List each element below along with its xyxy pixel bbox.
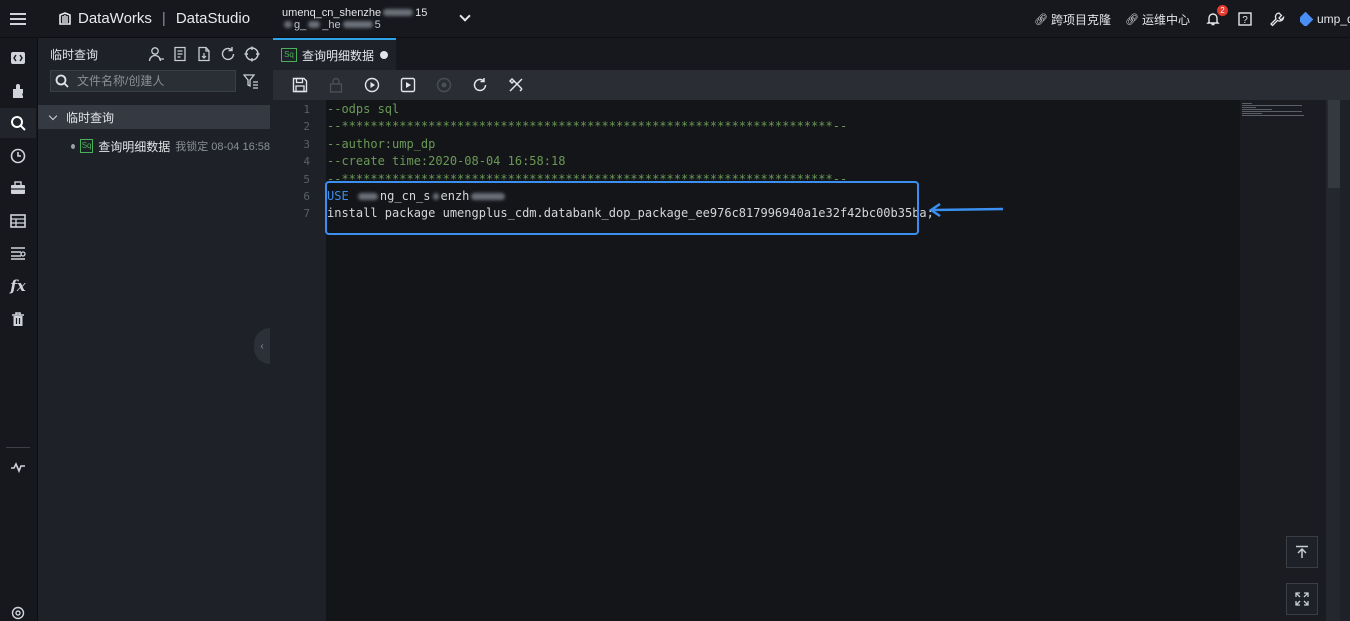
help-icon[interactable]: ?	[1236, 10, 1254, 28]
format-tools-icon[interactable]	[507, 76, 525, 94]
trash-icon[interactable]	[0, 304, 36, 334]
toolbox-icon[interactable]	[0, 173, 36, 203]
vertical-scrollbar[interactable]	[1326, 100, 1340, 621]
back-to-top-button[interactable]	[1286, 536, 1318, 568]
tree-file-item[interactable]: Sq 查询明细数据 我锁定 08-04 16:58	[38, 135, 270, 157]
file-search-box	[50, 70, 236, 92]
search-icon	[55, 74, 69, 88]
panel-title: 临时查询	[50, 47, 99, 62]
user-diamond-icon	[1300, 12, 1314, 26]
arrow-left-icon	[929, 203, 1004, 217]
code-line: --create time:2020-08-04 16:58:18	[327, 154, 566, 169]
wrench-icon[interactable]	[1268, 10, 1286, 28]
sql-file-icon: Sq	[80, 139, 94, 153]
line-number: 3	[303, 137, 310, 151]
code-line: --author:ump_dp	[327, 136, 436, 151]
import-icon[interactable]	[196, 46, 212, 62]
svg-text:?: ?	[1242, 15, 1248, 26]
expand-icon	[1295, 592, 1309, 606]
project-name-line1: umenq_cn_shenzhe 15	[282, 6, 428, 19]
scrollbar-thumb[interactable]	[1328, 100, 1340, 188]
search-icon[interactable]	[0, 108, 36, 138]
table-icon[interactable]	[0, 206, 36, 236]
link-icon: 🔗︎	[1125, 13, 1139, 26]
stop-icon	[435, 76, 453, 94]
line-number: 6	[303, 189, 310, 203]
user-menu[interactable]: ump_d	[1300, 12, 1350, 26]
tree-folder-label: 临时查询	[66, 110, 115, 125]
user-filter-icon[interactable]	[148, 46, 164, 62]
file-search-input[interactable]	[77, 74, 227, 88]
list-icon[interactable]	[0, 238, 36, 268]
left-rail: fx	[0, 38, 38, 621]
arrow-up-icon	[1296, 545, 1308, 558]
function-icon[interactable]: fx	[0, 271, 36, 301]
line-number-gutter: 1 2 3 4 5 6 7	[273, 100, 326, 621]
line-number: 1	[303, 103, 310, 116]
product-name: DataStudio	[175, 10, 251, 27]
editor-tabs: Sq 查询明细数据	[273, 38, 1350, 70]
project-name-line2: g_ _he 5	[282, 19, 427, 31]
brand[interactable]: DataWorks | DataStudio	[58, 10, 250, 27]
dataworks-logo-icon	[59, 11, 71, 25]
line-number: 5	[303, 172, 310, 186]
file-meta: 我锁定 08-04 16:58	[175, 141, 270, 153]
cross-project-clone-link[interactable]: 🔗︎ 跨项目克隆	[1034, 11, 1111, 28]
save-icon[interactable]	[291, 76, 309, 94]
history-icon[interactable]	[0, 141, 36, 171]
run-icon[interactable]	[363, 76, 381, 94]
code-icon[interactable]	[0, 43, 36, 73]
code-line: --odps sql	[327, 102, 400, 116]
settings-icon[interactable]	[0, 598, 36, 621]
bell-icon[interactable]: 2	[1204, 5, 1228, 28]
notification-badge: 2	[1217, 5, 1228, 16]
sql-file-icon: Sq	[281, 48, 297, 62]
code-line: --**************************************…	[327, 119, 848, 134]
fullscreen-button[interactable]	[1286, 583, 1318, 615]
menu-icon[interactable]	[0, 0, 36, 38]
ops-center-link[interactable]: 🔗︎ 运维中心	[1125, 11, 1190, 28]
highlight-box	[325, 181, 919, 235]
tab-query-detail[interactable]: Sq 查询明细数据	[273, 38, 397, 70]
status-dot-icon	[71, 143, 75, 149]
code-editor[interactable]: --odps sql --***************************…	[326, 100, 1240, 621]
chevron-left-icon: ‹	[260, 340, 264, 352]
refresh-icon[interactable]	[220, 46, 236, 62]
project-selector[interactable]: umenq_cn_shenzhe 15 g_ _he 5	[282, 7, 427, 31]
monitor-icon[interactable]	[0, 452, 36, 482]
brand-name: DataWorks	[78, 10, 152, 27]
lock-icon	[327, 76, 345, 94]
editor-toolbar	[273, 70, 1350, 100]
refresh-icon[interactable]	[471, 76, 489, 94]
panel-header: 临时查询	[38, 38, 270, 70]
brand-separator: |	[161, 10, 166, 27]
chevron-down-icon[interactable]	[48, 111, 58, 120]
top-bar: DataWorks | DataStudio umenq_cn_shenzhe 1…	[0, 0, 1350, 38]
link-icon: 🔗︎	[1034, 13, 1048, 26]
component-icon[interactable]	[0, 76, 36, 106]
line-number: 7	[303, 207, 310, 221]
editor-area: Sq 查询明细数据 1 2 3 4 5 6 7 --odps sql --***…	[273, 38, 1350, 621]
filter-icon[interactable]	[242, 72, 260, 90]
unsaved-dot-icon[interactable]	[380, 51, 389, 59]
line-number: 2	[303, 120, 310, 134]
chevron-down-icon[interactable]	[459, 10, 472, 22]
tree-folder-temp-queries[interactable]: 临时查询	[38, 105, 270, 129]
explorer-panel: 临时查询 临时查询	[38, 38, 270, 621]
tab-title: 查询明细数据	[302, 48, 375, 63]
file-name: 查询明细数据	[98, 139, 171, 154]
line-number: 4	[303, 155, 310, 169]
run-with-params-icon[interactable]	[399, 76, 417, 94]
user-name: ump_d	[1317, 12, 1350, 26]
rail-divider	[6, 447, 30, 448]
new-query-icon[interactable]	[172, 46, 188, 62]
locate-icon[interactable]	[244, 46, 260, 62]
